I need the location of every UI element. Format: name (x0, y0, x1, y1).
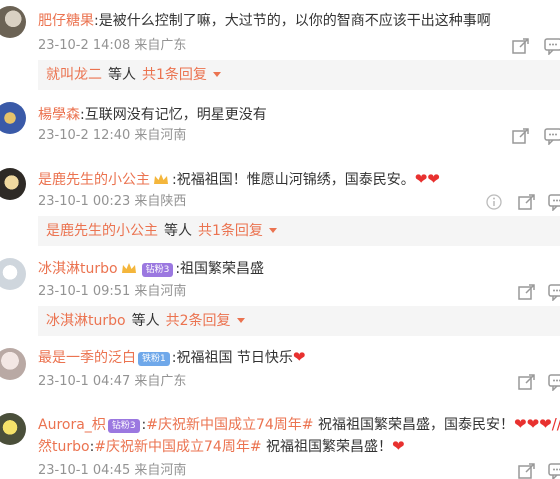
reply-others: 等人 (131, 313, 160, 329)
comment-icon[interactable] (543, 127, 560, 146)
comment-location: 来自陕西 (134, 194, 187, 209)
share-icon[interactable] (517, 373, 537, 391)
comment-username[interactable]: 楊學森 (38, 107, 80, 123)
share-icon[interactable] (517, 462, 537, 479)
reply-count[interactable]: 共2条回复 (166, 313, 231, 329)
reply-summary[interactable]: 就叫龙二 等人 共1条回复 (38, 60, 560, 90)
heart-emoji: ❤❤❤// (514, 415, 560, 433)
reply-others: 等人 (108, 67, 136, 83)
comment-location: 来自广东 (134, 374, 187, 389)
reply-username[interactable]: 是鹿先生的小公主 (46, 223, 158, 239)
reply-count[interactable]: 共1条回复 (198, 223, 263, 239)
comment-text: 祝福祖国繁荣昌盛！ (261, 439, 393, 455)
comment-icon[interactable] (547, 462, 560, 479)
crown-icon (153, 172, 169, 186)
chevron-down-icon[interactable] (268, 228, 277, 233)
reply-summary[interactable]: 冰淇淋turbo 等人 共2条回复 (38, 306, 560, 336)
avatar[interactable] (0, 168, 26, 200)
topic-link[interactable]: #庆祝新中国成立74周年# (94, 439, 261, 455)
avatar[interactable] (0, 348, 26, 380)
reply-count[interactable]: 共1条回复 (142, 67, 207, 83)
comment-location: 来自河南 (134, 284, 187, 299)
comment-feed: 肥仔糖果:是被什么控制了嘛，大过节的，以你的智商不应该干出这种事啊 23-10-… (0, 0, 560, 479)
comment-time: 23-10-1 09:51 (38, 284, 131, 299)
comment-username[interactable]: 最是一季的泛白 (38, 350, 136, 366)
comment-icon[interactable] (547, 193, 560, 212)
comment-location: 来自河南 (134, 128, 187, 143)
comment-time: 23-10-1 04:47 (38, 374, 131, 389)
comment-time: 23-10-2 12:40 (38, 128, 131, 143)
avatar[interactable] (0, 6, 26, 38)
fan-badge[interactable]: 钻粉3 (141, 263, 174, 277)
comment-text: :祝福祖国 节日快乐 (171, 350, 293, 366)
reply-username[interactable]: 冰淇淋turbo (46, 313, 126, 329)
info-icon[interactable] (484, 193, 504, 211)
comment-text: :是被什么控制了嘛，大过节的，以你的智商不应该干出这种事啊 (94, 13, 491, 29)
comment-icon[interactable] (543, 37, 560, 56)
comment-time: 23-10-1 00:23 (38, 194, 131, 209)
share-icon[interactable] (517, 283, 537, 301)
chevron-down-icon[interactable] (236, 318, 245, 323)
quoted-username[interactable]: 然turbo (38, 439, 90, 455)
share-icon[interactable] (511, 37, 531, 55)
topic-link[interactable]: #庆祝新中国成立74周年# (146, 417, 313, 433)
comment-location: 来自广东 (134, 38, 187, 53)
fan-badge[interactable]: 铁粉1 (138, 352, 170, 366)
comment-text: :互联网没有记忆，明星更没有 (80, 107, 267, 123)
share-icon[interactable] (511, 127, 531, 145)
share-icon[interactable] (517, 193, 537, 211)
comment-username[interactable]: 冰淇淋turbo (38, 261, 118, 277)
comment-time: 23-10-1 04:45 (38, 463, 131, 478)
heart-emoji: ❤ (392, 437, 405, 455)
reply-summary[interactable]: 是鹿先生的小公主 等人 共1条回复 (38, 216, 560, 246)
avatar[interactable] (0, 102, 26, 134)
fan-badge[interactable]: 钻粉3 (107, 419, 140, 433)
heart-emoji: ❤❤ (414, 170, 440, 188)
chevron-down-icon[interactable] (212, 72, 221, 77)
comment-text: :祝福祖国！惟愿山河锦绣，国泰民安。 (172, 172, 415, 188)
comment-icon[interactable] (547, 283, 560, 302)
comment-location: 来自河南 (134, 463, 187, 478)
reply-username[interactable]: 就叫龙二 (46, 67, 102, 83)
avatar[interactable] (0, 258, 26, 290)
avatar[interactable] (0, 413, 26, 445)
crown-icon (121, 261, 137, 275)
comment-text: 祝福祖国繁荣昌盛，国泰民安！ (313, 417, 514, 433)
comment-text: :祖国繁荣昌盛 (175, 261, 265, 277)
comment-username[interactable]: 肥仔糖果 (38, 13, 94, 29)
comment-username[interactable]: Aurora_枳 (38, 417, 106, 433)
reply-others: 等人 (164, 223, 192, 239)
heart-emoji: ❤ (292, 348, 306, 366)
comment-time: 23-10-2 14:08 (38, 38, 131, 53)
comment-icon[interactable] (547, 373, 560, 392)
comment-username[interactable]: 是鹿先生的小公主 (38, 172, 150, 188)
